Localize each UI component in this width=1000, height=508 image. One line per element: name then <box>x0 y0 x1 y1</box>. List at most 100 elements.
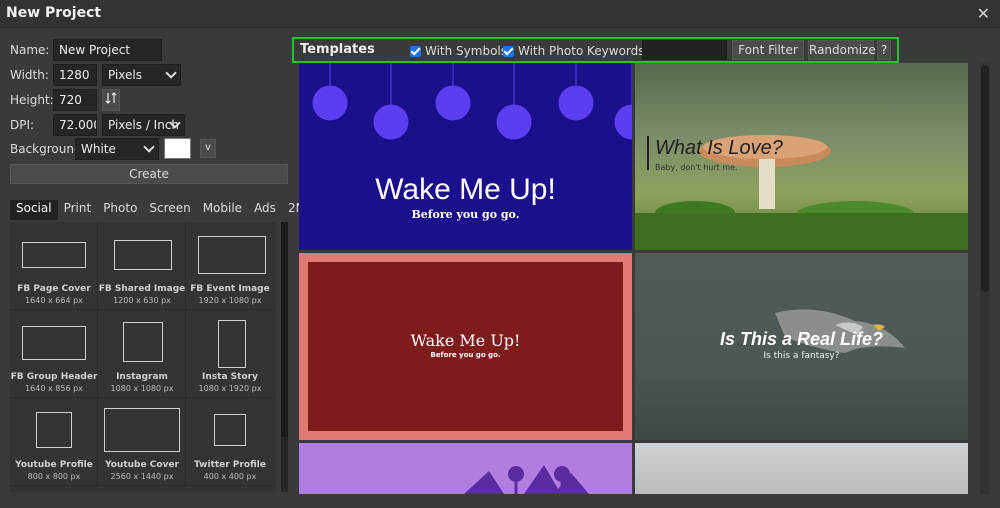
template-card-is-this-real-life[interactable]: Is This a Real Life? Is this a fantasy? <box>635 253 968 440</box>
with-photo-checkbox[interactable]: With Photo <box>503 44 583 58</box>
card-accent-bar <box>647 136 649 170</box>
card-subtitle: Before you go go. <box>430 351 501 359</box>
tab-mobile[interactable]: Mobile <box>197 200 248 220</box>
template-gallery: Wake Me Up! Before you go go. What Is Lo… <box>299 63 969 494</box>
help-button[interactable]: ? <box>877 40 891 60</box>
with-photo-label: With Photo <box>518 44 584 58</box>
chevron-down-icon <box>143 141 155 153</box>
width-unit-select[interactable]: Pixels <box>102 64 181 86</box>
preset-name: Youtube Cover <box>105 460 179 470</box>
preset-insta-story[interactable]: Insta Story 1080 x 1920 px <box>186 310 274 398</box>
preset-category-tabs: Social Print Photo Screen Mobile Ads 2N <box>10 200 311 220</box>
tab-social[interactable]: Social <box>10 200 58 220</box>
preset-shape <box>22 242 86 268</box>
preset-youtube-profile[interactable]: Youtube Profile 800 x 800 px <box>10 398 98 486</box>
preset-fb-shared-image[interactable]: FB Shared Image 1200 x 630 px <box>98 222 186 310</box>
dpi-input[interactable]: 72.000 <box>53 114 97 136</box>
template-card-lavender[interactable] <box>299 443 632 494</box>
background-more-button[interactable]: v <box>200 139 216 158</box>
with-symbols-checkbox[interactable]: With Symbols <box>410 44 507 58</box>
window-titlebar: New Project ✕ <box>0 0 1000 28</box>
tab-print[interactable]: Print <box>58 200 98 220</box>
preset-fb-group-header[interactable]: FB Group Header 1640 x 856 px <box>10 310 98 398</box>
preset-shape <box>218 320 246 368</box>
preset-name: Insta Story <box>202 372 258 382</box>
preset-shape <box>123 322 163 362</box>
template-card-what-is-love[interactable]: What Is Love? Baby, don't hurt me. <box>635 63 968 250</box>
triangle-ornaments-icon <box>464 465 589 494</box>
name-input[interactable]: New Project <box>53 39 162 61</box>
preset-shape <box>214 414 246 446</box>
tab-ads[interactable]: Ads <box>248 200 282 220</box>
preset-size: 1640 x 664 px <box>25 296 83 305</box>
preset-shape <box>104 408 180 452</box>
preset-twitter-profile[interactable]: Twitter Profile 400 x 400 px <box>186 398 274 486</box>
card-subtitle: Before you go go. <box>411 208 520 221</box>
card-title: What Is Love? <box>655 137 783 159</box>
preset-instagram[interactable]: Instagram 1080 x 1080 px <box>98 310 186 398</box>
width-unit-value: Pixels <box>108 68 143 82</box>
dpi-unit-value: Pixels / Inch <box>108 118 180 132</box>
tab-photo[interactable]: Photo <box>97 200 143 220</box>
close-icon[interactable]: ✕ <box>977 4 990 23</box>
preset-fb-event-image[interactable]: FB Event Image 1920 x 1080 px <box>186 222 274 310</box>
preset-fb-page-cover[interactable]: FB Page Cover 1640 x 664 px <box>10 222 98 310</box>
keywords-input[interactable] <box>642 40 727 60</box>
template-card-wake-me-up-red[interactable]: Wake Me Up! Before you go go. <box>299 253 632 440</box>
font-filter-button[interactable]: Font Filter ▼ <box>732 40 804 75</box>
preset-name: FB Shared Image <box>98 284 186 294</box>
preset-name: FB Page Cover <box>17 284 91 294</box>
preset-scrollbar-thumb[interactable] <box>281 222 288 437</box>
background-color-swatch[interactable] <box>164 138 191 159</box>
checkbox-checked-icon <box>503 45 514 57</box>
chevron-down-icon <box>165 67 177 79</box>
name-row: Name: <box>10 39 49 61</box>
dpi-row: DPI: <box>10 114 34 136</box>
project-settings-panel: Name: New Project Width: 1280 Pixels Hei… <box>0 28 305 508</box>
name-label: Name: <box>10 43 50 57</box>
preset-shape <box>36 412 72 448</box>
card-subtitle: Is this a fantasy? <box>763 351 840 361</box>
template-card-wake-me-up-navy[interactable]: Wake Me Up! Before you go go. <box>299 63 632 250</box>
dpi-unit-select[interactable]: Pixels / Inch <box>102 114 185 136</box>
window-title: New Project <box>6 5 102 21</box>
create-button[interactable]: Create <box>10 164 288 184</box>
background-value: White <box>81 142 116 156</box>
preset-name: Youtube Profile <box>15 460 93 470</box>
preset-name: FB Group Header <box>10 372 98 382</box>
dpi-label: DPI: <box>10 118 35 132</box>
tab-screen[interactable]: Screen <box>143 200 196 220</box>
height-row: Height: <box>10 89 54 111</box>
width-row: Width: <box>10 64 49 86</box>
preset-size: 1080 x 1080 px <box>110 384 174 393</box>
preset-shape <box>114 240 172 270</box>
preset-scrollbar[interactable] <box>281 222 288 492</box>
preset-grid: FB Page Cover 1640 x 664 px FB Shared Im… <box>10 222 276 492</box>
preset-shape <box>198 236 266 274</box>
preset-shape <box>22 326 86 360</box>
with-symbols-label: With Symbols <box>425 44 508 58</box>
width-label: Width: <box>10 68 49 82</box>
card-subtitle: Baby, don't hurt me. <box>655 163 738 172</box>
keywords-label: Keywords: <box>587 44 649 58</box>
swap-dimensions-button[interactable] <box>102 89 120 111</box>
preset-size: 800 x 800 px <box>27 472 81 481</box>
preset-size: 2560 x 1440 px <box>110 472 174 481</box>
preset-size: 1640 x 856 px <box>25 384 83 393</box>
preset-name: Instagram <box>116 372 168 382</box>
randomize-button[interactable]: Randomize <box>808 40 876 60</box>
background-select[interactable]: White <box>75 138 159 160</box>
width-input[interactable]: 1280 <box>53 64 97 86</box>
template-card-gray[interactable] <box>635 443 968 494</box>
card-title: Wake Me Up! <box>410 331 521 350</box>
card-title: Wake Me Up! <box>375 173 556 206</box>
gallery-scrollbar[interactable] <box>980 63 990 494</box>
height-input[interactable]: 720 <box>53 89 97 111</box>
height-label: Height: <box>10 93 54 107</box>
preset-name: FB Event Image <box>190 284 270 294</box>
templates-title: Templates <box>300 42 375 57</box>
preset-youtube-cover[interactable]: Youtube Cover 2560 x 1440 px <box>98 398 186 486</box>
checkbox-checked-icon <box>410 45 421 57</box>
gallery-scrollbar-thumb[interactable] <box>981 65 989 292</box>
preset-size: 400 x 400 px <box>203 472 257 481</box>
